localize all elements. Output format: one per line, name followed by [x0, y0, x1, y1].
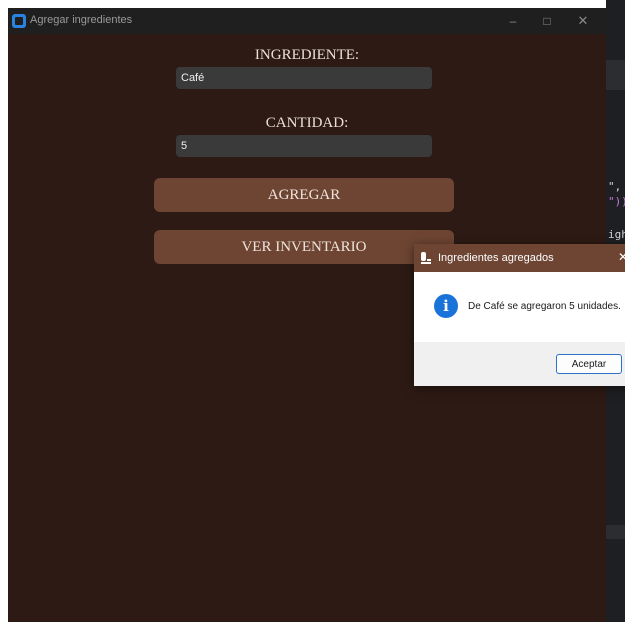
- editor-code-line: ",: [608, 180, 622, 193]
- view-inventory-button[interactable]: VER INVENTARIO: [154, 230, 454, 264]
- feather-icon: [421, 252, 431, 264]
- info-icon: i: [434, 294, 458, 318]
- dialog-footer: Aceptar: [414, 342, 625, 386]
- ingredient-input[interactable]: Café: [176, 67, 432, 89]
- maximize-button[interactable]: □: [532, 11, 562, 31]
- dialog-title: Ingredientes agregados: [438, 252, 554, 264]
- editor-panel-band: [606, 60, 625, 90]
- quantity-label: CANTIDAD:: [265, 115, 349, 131]
- dialog-body: i De Café se agregaron 5 unidades.: [414, 272, 625, 342]
- message-dialog: Ingredientes agregados ✕ i De Café se ag…: [414, 244, 625, 386]
- ok-button[interactable]: Aceptar: [556, 354, 622, 374]
- dialog-message: De Café se agregaron 5 unidades.: [468, 301, 621, 312]
- editor-code-line: igh: [608, 228, 625, 241]
- add-button[interactable]: AGREGAR: [154, 178, 454, 212]
- title-bar[interactable]: Agregar ingredientes – □ ✕: [8, 8, 606, 34]
- quantity-input[interactable]: 5: [176, 135, 432, 157]
- dialog-close-icon[interactable]: ✕: [618, 250, 625, 264]
- minimize-button[interactable]: –: [498, 11, 528, 31]
- editor-code-line: ")): [608, 195, 625, 208]
- ingredient-label: INGREDIENTE:: [254, 47, 360, 63]
- dialog-title-bar[interactable]: Ingredientes agregados ✕: [414, 244, 625, 272]
- window-title: Agregar ingredientes: [30, 14, 133, 26]
- editor-scroll-band: [606, 525, 625, 539]
- app-icon: [12, 14, 26, 28]
- close-button[interactable]: ✕: [568, 11, 598, 31]
